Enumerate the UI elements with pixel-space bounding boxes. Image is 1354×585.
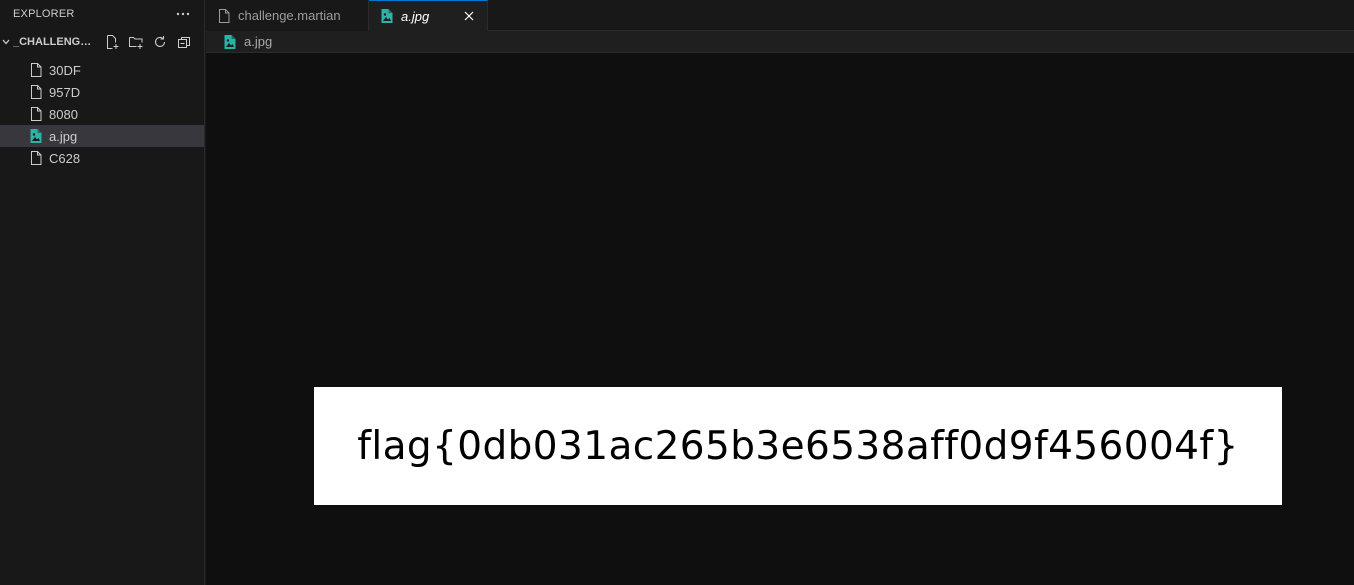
tree-item-label: C628 — [49, 150, 81, 166]
tree-item-label: a.jpg — [49, 128, 78, 144]
collapse-all-icon[interactable] — [175, 33, 193, 51]
editor-tab-bar: challenge.martian a.jpg — [206, 0, 1354, 31]
tab-label: a.jpg — [401, 8, 430, 24]
file-tree: 30DF 957D 8080 a.jpg C628 — [0, 59, 204, 169]
image-file-icon — [379, 8, 395, 24]
file-icon — [28, 62, 44, 78]
new-folder-icon[interactable] — [127, 33, 145, 51]
image-preview-area: flag{0db031ac265b3e6538aff0d9f456004f} — [206, 53, 1354, 585]
tree-item-label: 30DF — [49, 62, 81, 78]
file-icon — [28, 150, 44, 166]
more-actions-icon[interactable] — [174, 5, 192, 23]
tree-item-c628[interactable]: C628 — [0, 147, 204, 169]
tab-a-jpg[interactable]: a.jpg — [369, 0, 488, 31]
folder-actions — [103, 33, 193, 51]
tab-label: challenge.martian — [238, 8, 341, 23]
folder-section-header[interactable]: _CHALLENGE.... — [0, 28, 204, 56]
explorer-title: EXPLORER — [13, 8, 75, 20]
close-icon[interactable] — [461, 8, 477, 24]
chevron-down-icon[interactable] — [0, 35, 13, 49]
explorer-header: EXPLORER — [0, 0, 204, 28]
explorer-sidebar: EXPLORER _CHALLENGE.... 30DF 957D 8080 a… — [0, 0, 205, 585]
refresh-icon[interactable] — [151, 33, 169, 51]
tree-item-label: 8080 — [49, 106, 78, 122]
tree-item-a-jpg[interactable]: a.jpg — [0, 125, 204, 147]
flag-text: flag{0db031ac265b3e6538aff0d9f456004f} — [357, 423, 1239, 469]
tree-item-8080[interactable]: 8080 — [0, 103, 204, 125]
folder-name: _CHALLENGE.... — [13, 36, 93, 48]
tree-item-957d[interactable]: 957D — [0, 81, 204, 103]
breadcrumb-item[interactable]: a.jpg — [244, 34, 272, 49]
file-icon — [216, 8, 232, 24]
file-icon — [28, 84, 44, 100]
file-icon — [28, 106, 44, 122]
new-file-icon[interactable] — [103, 33, 121, 51]
tree-item-label: 957D — [49, 84, 81, 100]
breadcrumb: a.jpg — [206, 31, 1354, 53]
tree-item-30df[interactable]: 30DF — [0, 59, 204, 81]
tab-challenge-martian[interactable]: challenge.martian — [206, 0, 369, 31]
preview-image: flag{0db031ac265b3e6538aff0d9f456004f} — [314, 387, 1282, 505]
image-file-icon — [222, 34, 238, 50]
image-file-icon — [28, 128, 44, 144]
